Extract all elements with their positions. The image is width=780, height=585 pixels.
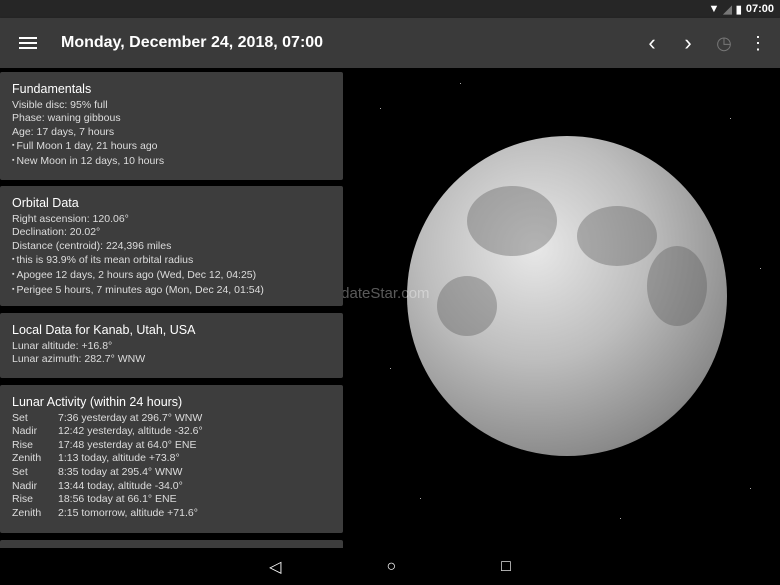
star — [390, 368, 391, 369]
visible-disc: Visible disc: 95% full — [12, 98, 108, 111]
chevron-right-icon: › — [684, 30, 692, 55]
full-moon: Full Moon 1 day, 21 hours ago — [12, 139, 331, 154]
new-moon: New Moon in 12 days, 10 hours — [12, 154, 331, 169]
signal-icon: ◢ — [723, 3, 732, 16]
fundamentals-card: Fundamentals Visible disc: 95% full Phas… — [0, 72, 343, 180]
event-type: Set — [12, 411, 28, 424]
event-type: Zenith — [12, 452, 42, 465]
wifi-icon: ▼ — [708, 3, 720, 15]
lunar-activity-card: Lunar Activity (within 24 hours) Set 7:36… — [0, 385, 343, 533]
star — [760, 268, 761, 269]
back-icon[interactable]: ◁ — [269, 557, 281, 577]
activity-row: Zenith 2:15 tomorrow, altitude +71.6° — [12, 507, 331, 521]
star — [750, 488, 751, 489]
event-detail: 18:56 today at 66.1° ENE — [58, 493, 177, 506]
next-button[interactable]: › — [670, 18, 706, 68]
activity-table: Set 7:36 yesterday at 296.7° WNW Nadir 12:4… — [12, 412, 331, 521]
orbital-radius: this is 93.9% of its mean orbital radius — [12, 253, 331, 268]
event-type: Rise — [12, 438, 34, 451]
age: Age: 17 days, 7 hours — [12, 125, 115, 138]
star — [730, 118, 731, 119]
activity-row: Nadir 12:42 yesterday, altitude -32.6° — [12, 425, 331, 439]
toolbar: Monday, December 24, 2018, 07:00 ‹ › ◷ ⋮ — [0, 18, 780, 68]
status-bar: ▼ ◢ ▮ 07:00 — [0, 0, 780, 18]
event-detail: 12:42 yesterday, altitude -32.6° — [58, 425, 203, 438]
event-type: Nadir — [12, 479, 38, 492]
moon-mare — [647, 246, 707, 326]
card-title: Orbital Data — [12, 196, 79, 210]
event-type: Zenith — [12, 506, 42, 519]
star — [460, 83, 461, 84]
activity-row: Rise 17:48 yesterday at 64.0° ENE — [12, 439, 331, 453]
declination: Declination: 20.02° — [12, 226, 101, 239]
event-type: Set — [12, 465, 28, 478]
event-detail: 7:36 yesterday at 296.7° WNW — [58, 411, 203, 424]
event-detail: 8:35 today at 295.4° WNW — [58, 465, 183, 478]
apogee: Apogee 12 days, 2 hours ago (Wed, Dec 12… — [12, 268, 331, 283]
card-title: Lunar Activity (within 24 hours) — [12, 395, 183, 409]
page-title: Monday, December 24, 2018, 07:00 — [61, 34, 324, 51]
perigee: Perigee 5 hours, 7 minutes ago (Mon, Dec… — [12, 283, 331, 298]
event-detail: 17:48 yesterday at 64.0° ENE — [58, 438, 197, 451]
local-data-card: Local Data for Kanab, Utah, USA Lunar al… — [0, 313, 343, 378]
phase: Phase: waning gibbous — [12, 112, 121, 125]
event-detail: 2:15 tomorrow, altitude +71.6° — [58, 506, 198, 519]
activity-row: Rise 18:56 today at 66.1° ENE — [12, 493, 331, 507]
activity-row: Zenith 1:13 today, altitude +73.8° — [12, 452, 331, 466]
distance: Distance (centroid): 224,396 miles — [12, 239, 172, 252]
star — [620, 518, 621, 519]
status-time: 07:00 — [745, 3, 774, 15]
activity-row: Set 8:35 today at 295.4° WNW — [12, 466, 331, 480]
more-options-button[interactable]: ⋮ — [740, 18, 776, 68]
event-detail: 1:13 today, altitude +73.8° — [58, 452, 180, 465]
more-vert-icon: ⋮ — [749, 32, 767, 53]
previous-button[interactable]: ‹ — [634, 18, 670, 68]
card-title: Fundamentals — [12, 82, 92, 96]
moon-mare — [577, 206, 657, 266]
history-icon: ◷ — [716, 32, 732, 53]
lunar-altitude: Lunar altitude: +16.8° — [12, 339, 113, 352]
orbital-data-card: Orbital Data Right ascension: 120.06° De… — [0, 186, 343, 306]
activity-row: Nadir 13:44 today, altitude -34.0° — [12, 480, 331, 494]
star — [380, 108, 381, 109]
home-icon[interactable]: ○ — [386, 558, 396, 576]
activity-row: Set 7:36 yesterday at 296.7° WNW — [12, 412, 331, 426]
card-title: Local Data for Kanab, Utah, USA — [12, 323, 196, 337]
star — [420, 498, 421, 499]
navigation-bar: ◁ ○ □ — [0, 548, 780, 585]
right-ascension: Right ascension: 120.06° — [12, 212, 129, 225]
moon-image — [407, 136, 727, 456]
recents-icon[interactable]: □ — [501, 558, 511, 576]
moon-mare — [437, 276, 497, 336]
event-type: Nadir — [12, 425, 38, 438]
battery-icon: ▮ — [735, 3, 742, 16]
event-detail: 13:44 today, altitude -34.0° — [58, 479, 183, 492]
menu-icon[interactable] — [19, 34, 37, 52]
event-type: Rise — [12, 493, 34, 506]
chevron-left-icon: ‹ — [648, 30, 656, 55]
history-button[interactable]: ◷ — [706, 18, 742, 68]
lunar-azimuth: Lunar azimuth: 282.7° WNW — [12, 353, 146, 366]
moon-mare — [467, 186, 557, 256]
